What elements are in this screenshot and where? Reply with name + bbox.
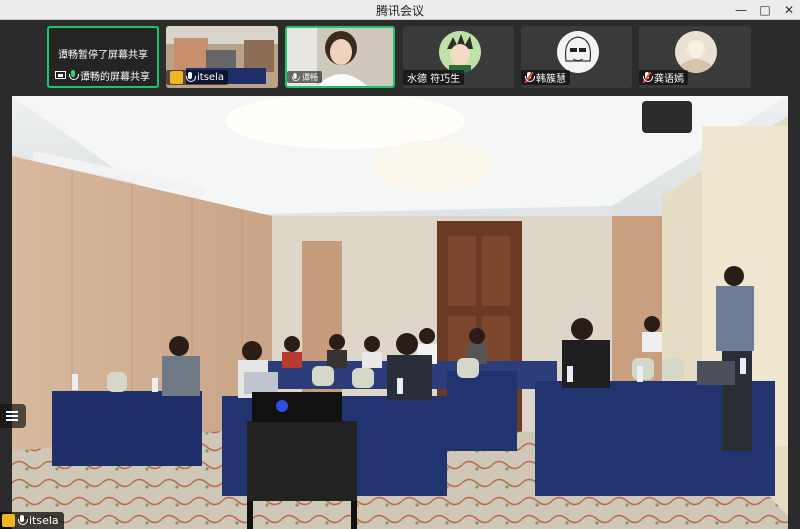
screen-share-icon xyxy=(55,71,66,79)
mic-on-icon xyxy=(69,70,79,81)
tile-namebar: 水德 符巧生 xyxy=(403,70,465,85)
mic-on-icon xyxy=(291,72,300,82)
participant-tile-screen-share[interactable]: 谭畅暂停了屏幕共享 谭畅的屏幕共享 xyxy=(47,26,159,88)
participant-name: 龚语嫣 xyxy=(654,74,684,85)
avatar-badge-icon xyxy=(2,514,15,527)
tile-namebar: 龚语嫣 xyxy=(639,70,688,85)
tile-namebar: 韩簇慧 xyxy=(521,70,570,85)
close-button[interactable]: ✕ xyxy=(778,1,800,19)
mic-muted-icon xyxy=(642,71,653,84)
participant-name: 水德 符巧生 xyxy=(407,74,461,85)
share-status-text: 谭畅暂停了屏幕共享 xyxy=(58,50,148,61)
participant-tile-avatar-3[interactable]: 龚语嫣 xyxy=(639,26,751,88)
participant-name: 韩簇慧 xyxy=(536,74,566,85)
tile-namebar: itsela xyxy=(166,70,228,85)
participant-tile-tanchang[interactable]: 谭畅 xyxy=(285,26,395,88)
participant-tile-itsela[interactable]: itsela xyxy=(166,26,278,88)
title-bar: 腾讯会议 — □ ✕ xyxy=(0,0,800,20)
participant-strip: 谭畅暂停了屏幕共享 谭畅的屏幕共享 itsela 谭畅 水德 符巧生 韩簇慧 龚… xyxy=(0,20,800,96)
tile-namebar: 谭畅的屏幕共享 xyxy=(51,68,154,83)
participant-avatar xyxy=(557,31,599,73)
participant-avatar xyxy=(675,31,717,73)
minimize-button[interactable]: — xyxy=(730,1,752,19)
mic-on-icon xyxy=(186,72,196,83)
window-title: 腾讯会议 xyxy=(375,4,424,18)
mic-muted-icon xyxy=(524,71,535,84)
participant-name: itsela xyxy=(197,72,224,83)
mic-on-icon xyxy=(18,515,28,526)
conference-room-video-frame xyxy=(12,96,788,529)
main-video[interactable] xyxy=(12,96,788,529)
participant-tile-avatar-1[interactable]: 水德 符巧生 xyxy=(403,26,514,88)
participant-name: 谭畅的屏幕共享 xyxy=(80,72,150,83)
speaker-name: itsela xyxy=(29,514,59,527)
member-list-toggle-icon[interactable] xyxy=(0,404,26,428)
participant-tile-avatar-2[interactable]: 韩簇慧 xyxy=(521,26,632,88)
maximize-button[interactable]: □ xyxy=(754,1,776,19)
participant-avatar xyxy=(439,31,481,73)
avatar-badge-icon xyxy=(170,71,183,84)
speaker-tag: itsela xyxy=(0,512,64,529)
participant-name: 谭畅 xyxy=(302,72,318,82)
tile-namebar: 谭畅 xyxy=(287,71,322,83)
